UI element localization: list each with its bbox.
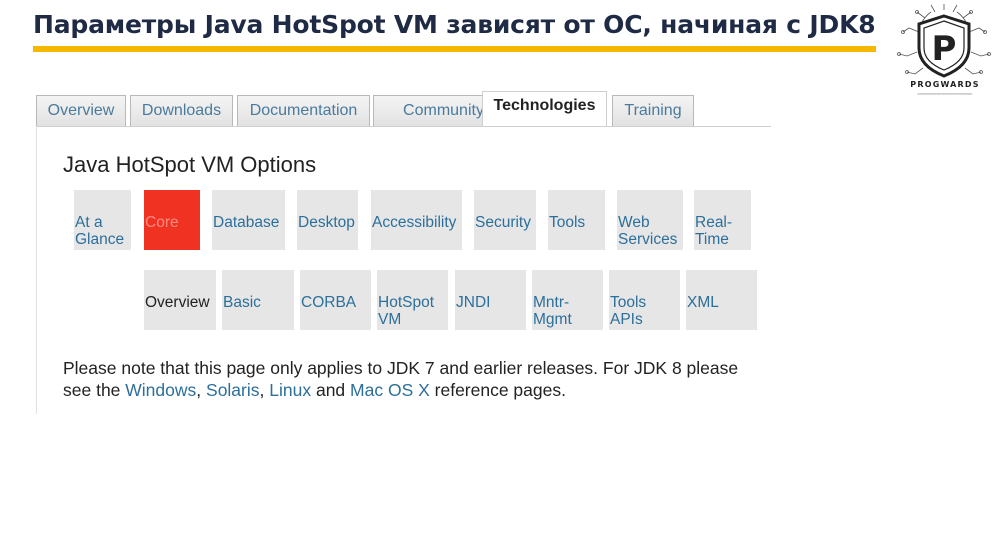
nav-desktop[interactable]: Desktop bbox=[297, 190, 358, 250]
link-linux[interactable]: Linux bbox=[269, 380, 311, 400]
subnav-hotspot-vm[interactable]: HotSpot VM bbox=[377, 270, 448, 330]
nav-accessibility[interactable]: Accessibility bbox=[371, 190, 462, 250]
svg-text:P: P bbox=[932, 29, 957, 69]
tab-training[interactable]: Training bbox=[612, 95, 694, 126]
note-separator: , bbox=[196, 380, 207, 400]
slide-title: Параметры Java HotSpot VM зависят от ОС,… bbox=[33, 10, 876, 39]
title-underline bbox=[33, 46, 876, 52]
jdk-note: Please note that this page only applies … bbox=[63, 357, 763, 401]
subnav-overview[interactable]: Overview bbox=[144, 270, 216, 330]
subnav-corba[interactable]: CORBA bbox=[300, 270, 371, 330]
page-heading: Java HotSpot VM Options bbox=[63, 152, 317, 177]
note-separator: , bbox=[259, 380, 270, 400]
tab-divider bbox=[36, 126, 771, 127]
link-solaris[interactable]: Solaris bbox=[206, 380, 260, 400]
logo-tagline: ━━━━━━━━━━━━━━━━━━━━━━━━━━ bbox=[917, 92, 973, 96]
nav-security[interactable]: Security bbox=[474, 190, 536, 250]
nav-tools[interactable]: Tools bbox=[548, 190, 605, 250]
tab-documentation[interactable]: Documentation bbox=[237, 95, 370, 126]
logo-wordmark: PROGWARDS bbox=[910, 80, 980, 89]
link-windows[interactable]: Windows bbox=[125, 380, 196, 400]
subnav-basic[interactable]: Basic bbox=[222, 270, 294, 330]
tab-downloads[interactable]: Downloads bbox=[130, 95, 233, 126]
nav-web-services[interactable]: Web Services bbox=[617, 190, 683, 250]
note-separator: and bbox=[311, 380, 351, 400]
note-text-after: reference pages. bbox=[429, 380, 566, 400]
content-border bbox=[36, 126, 37, 414]
nav-core[interactable]: Core bbox=[144, 190, 200, 250]
subnav-mntr-mgmt[interactable]: Mntr-Mgmt bbox=[532, 270, 603, 330]
tab-overview[interactable]: Overview bbox=[36, 95, 126, 126]
nav-database[interactable]: Database bbox=[212, 190, 285, 250]
link-mac-os-x[interactable]: Mac OS X bbox=[350, 380, 430, 400]
subnav-tools-apis[interactable]: Tools APIs bbox=[609, 270, 680, 330]
subnav-jndi[interactable]: JNDI bbox=[455, 270, 526, 330]
nav-real-time[interactable]: Real-Time bbox=[694, 190, 751, 250]
nav-at-a-glance[interactable]: At a Glance bbox=[74, 190, 131, 250]
tab-technologies[interactable]: Technologies bbox=[482, 91, 607, 127]
subnav-xml[interactable]: XML bbox=[686, 270, 757, 330]
